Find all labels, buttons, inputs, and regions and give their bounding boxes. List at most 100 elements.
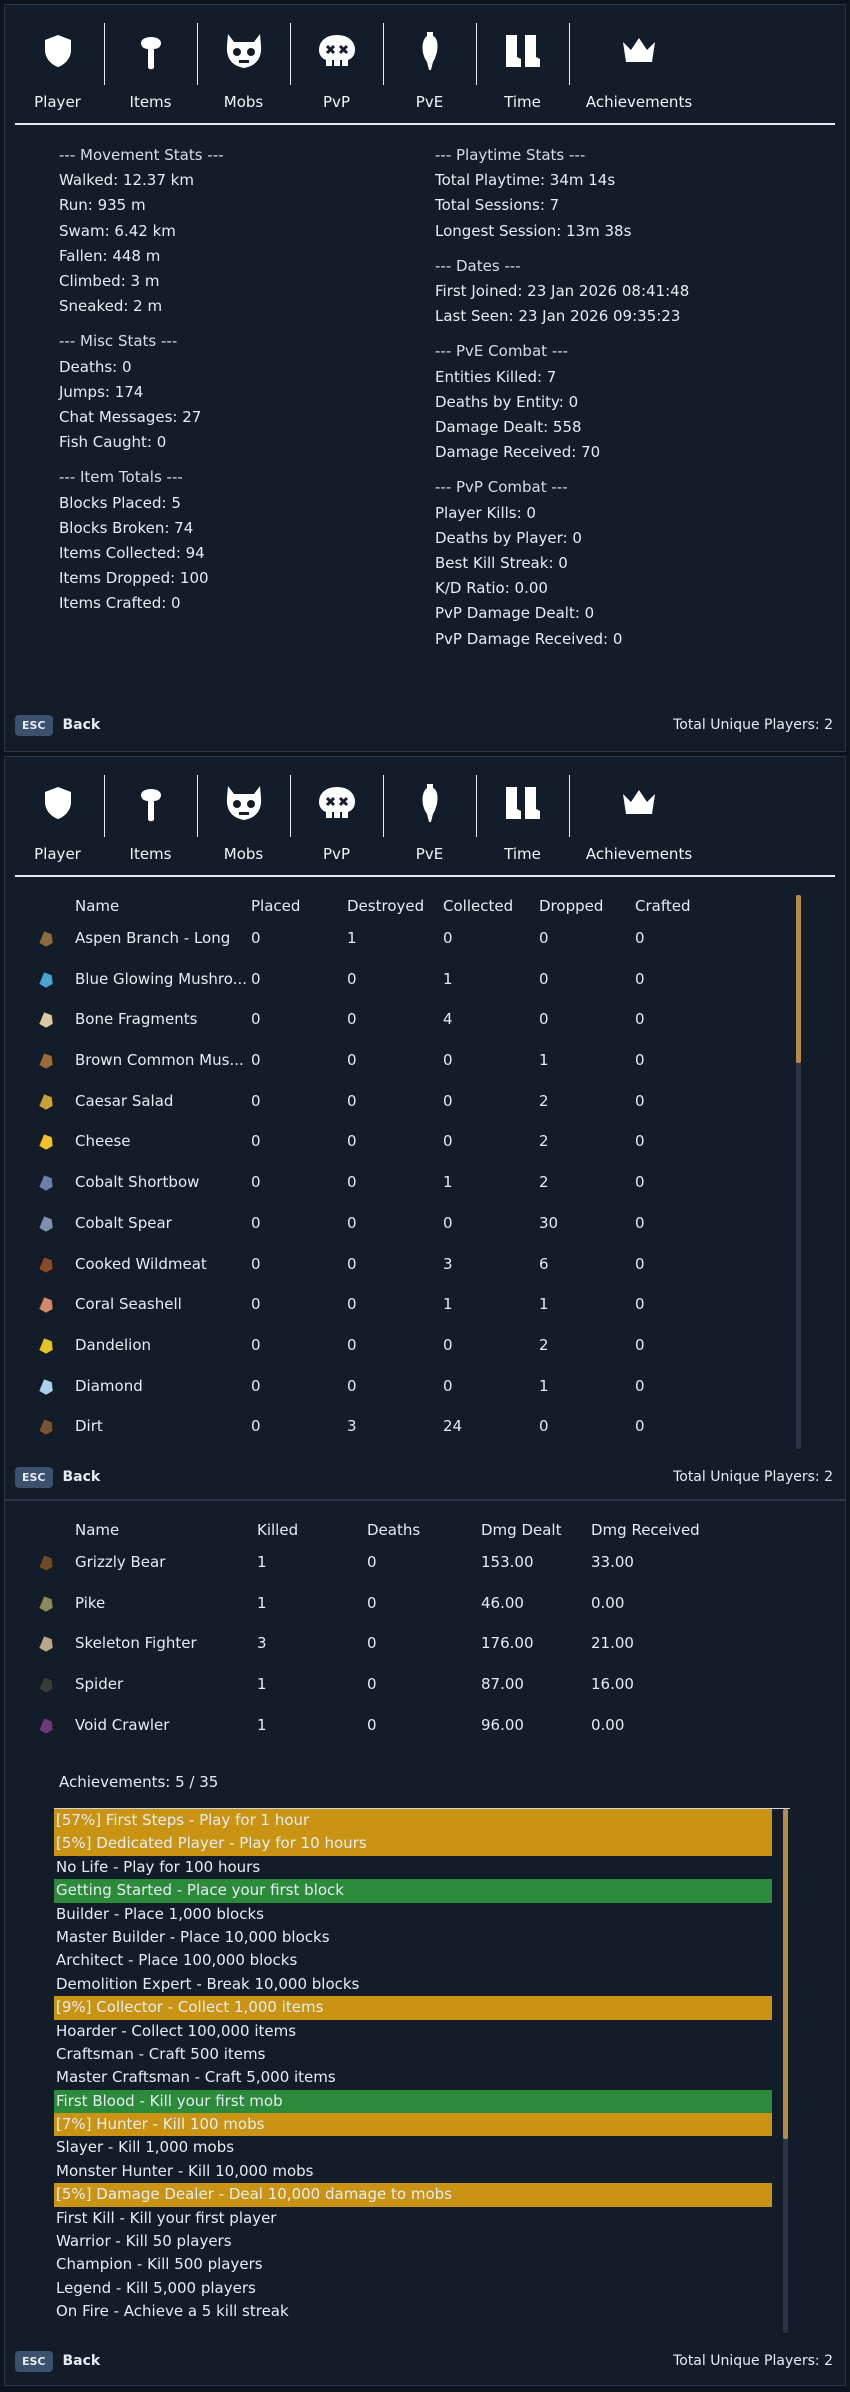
item-row[interactable]: Cooked Wildmeat 0 0 3 6 0	[25, 1255, 805, 1296]
item-value-cell: 0	[251, 1295, 261, 1314]
tab-player[interactable]: Player	[11, 13, 104, 117]
mob-row[interactable]: Pike 1 0 46.00 0.00	[25, 1594, 805, 1635]
achievement-item[interactable]: Monster Hunter - Kill 10,000 mobs	[54, 2160, 772, 2183]
item-header-destroyed[interactable]: Destroyed	[347, 897, 424, 915]
item-value-cell: 0	[347, 1091, 357, 1110]
achievement-item[interactable]: First Kill - Kill your first player	[54, 2207, 772, 2230]
item-row[interactable]: Diamond 0 0 0 1 0	[25, 1377, 805, 1418]
achievement-item[interactable]: Legend - Kill 5,000 players	[54, 2277, 772, 2300]
item-value-cell: 0	[347, 969, 357, 988]
achievement-item[interactable]: No Life - Play for 100 hours	[54, 1856, 772, 1879]
items-panel: Player Items Mobs PvP PvE Time Achievements Na…	[4, 756, 846, 1500]
achievement-item[interactable]: Slayer - Kill 1,000 mobs	[54, 2136, 772, 2159]
item-row[interactable]: Bone Fragments 0 0 4 0 0	[25, 1010, 805, 1051]
stats-section-header: --- Movement Stats ---	[59, 146, 224, 164]
esc-key-hint[interactable]: ESC	[15, 1466, 53, 1488]
boots-icon	[503, 783, 543, 823]
mob-value-cell: 3	[257, 1634, 267, 1653]
item-row[interactable]: Dandelion 0 0 0 2 0	[25, 1336, 805, 1377]
tab-label: Time	[504, 93, 541, 111]
achievement-item[interactable]: Craftsman - Craft 500 items	[54, 2043, 772, 2066]
esc-key-hint[interactable]: ESC	[15, 2350, 53, 2372]
item-row[interactable]: Blue Glowing Mushro... 0 0 1 0 0	[25, 970, 805, 1011]
item-header-dropped[interactable]: Dropped	[539, 897, 603, 915]
achievement-item[interactable]: Demolition Expert - Break 10,000 blocks	[54, 1973, 772, 1996]
tab-label: Mobs	[223, 845, 264, 863]
tab-pve[interactable]: PvE	[383, 13, 476, 117]
achievement-item[interactable]: [5%] Dedicated Player - Play for 10 hour…	[54, 1832, 772, 1856]
item-header-placed[interactable]: Placed	[251, 897, 300, 915]
mob-header-deaths[interactable]: Deaths	[367, 1521, 420, 1539]
mob-header-dmg-dealt[interactable]: Dmg Dealt	[481, 1521, 561, 1539]
tab-time[interactable]: Time	[476, 765, 569, 869]
mob-value-cell: 1	[257, 1715, 267, 1734]
stat-line: Walked: 12.37 km	[59, 171, 194, 190]
back-button[interactable]: Back	[63, 717, 101, 733]
item-row[interactable]: Dirt 0 3 24 0 0	[25, 1417, 805, 1458]
item-name-cell: Caesar Salad	[75, 1091, 174, 1110]
achievement-item[interactable]: [7%] Hunter - Kill 100 mobs	[54, 2113, 772, 2137]
achievement-item[interactable]: Architect - Place 100,000 blocks	[54, 1949, 772, 1972]
items-scrollbar[interactable]	[796, 895, 801, 1449]
achievement-item[interactable]: [5%] Damage Dealer - Deal 10,000 damage …	[54, 2183, 772, 2207]
achievement-item[interactable]: Champion - Kill 500 players	[54, 2253, 772, 2276]
achievement-item[interactable]: [57%] First Steps - Play for 1 hour	[54, 1809, 772, 1833]
achievement-item[interactable]: Warrior - Kill 50 players	[54, 2230, 772, 2253]
item-value-cell: 0	[635, 1213, 645, 1232]
achievement-item[interactable]: Master Craftsman - Craft 5,000 items	[54, 2066, 772, 2089]
tab-achievements[interactable]: Achievements	[569, 13, 709, 117]
achievement-item[interactable]: First Blood - Kill your first mob	[54, 2089, 772, 2114]
item-header-name[interactable]: Name	[75, 897, 119, 915]
item-row[interactable]: Cobalt Shortbow 0 0 1 2 0	[25, 1173, 805, 1214]
achievement-item[interactable]: On Fire - Achieve a 5 kill streak	[54, 2300, 772, 2323]
item-row[interactable]: Cheese 0 0 0 2 0	[25, 1132, 805, 1173]
mob-row[interactable]: Void Crawler 1 0 96.00 0.00	[25, 1716, 805, 1757]
achievement-item[interactable]: Builder - Place 1,000 blocks	[54, 1903, 772, 1926]
item-header-collected[interactable]: Collected	[443, 897, 513, 915]
item-value-cell: 0	[443, 1091, 453, 1110]
back-button[interactable]: Back	[63, 2353, 101, 2369]
stat-line: Fallen: 448 m	[59, 246, 161, 265]
items-scrollbar-thumb[interactable]	[796, 895, 801, 1063]
tab-items[interactable]: Items	[104, 765, 197, 869]
tab-pvp[interactable]: PvP	[290, 13, 383, 117]
tab-mobs[interactable]: Mobs	[197, 13, 290, 117]
item-row[interactable]: Cobalt Spear 0 0 0 30 0	[25, 1214, 805, 1255]
item-value-cell: 0	[347, 1010, 357, 1029]
achievement-item[interactable]: Master Builder - Place 10,000 blocks	[54, 1926, 772, 1949]
tab-pve[interactable]: PvE	[383, 765, 476, 869]
spider-icon	[35, 1673, 57, 1695]
back-button[interactable]: Back	[63, 1469, 101, 1485]
stat-line: Blocks Broken: 74	[59, 518, 194, 537]
tab-pvp[interactable]: PvP	[290, 765, 383, 869]
tab-achievements[interactable]: Achievements	[569, 765, 709, 869]
achievement-item[interactable]: Getting Started - Place your first block	[54, 1879, 772, 1903]
tab-time[interactable]: Time	[476, 13, 569, 117]
item-row[interactable]: Aspen Branch - Long 0 1 0 0 0	[25, 929, 805, 970]
mob-row[interactable]: Grizzly Bear 1 0 153.00 33.00	[25, 1553, 805, 1594]
item-value-cell: 0	[539, 1010, 549, 1029]
item-row[interactable]: Coral Seashell 0 0 1 1 0	[25, 1295, 805, 1336]
esc-key-hint[interactable]: ESC	[15, 714, 53, 736]
mob-header-name[interactable]: Name	[75, 1521, 119, 1539]
tab-items[interactable]: Items	[104, 13, 197, 117]
mob-row[interactable]: Skeleton Fighter 3 0 176.00 21.00	[25, 1634, 805, 1675]
achievement-item[interactable]: [9%] Collector - Collect 1,000 items	[54, 1996, 772, 2020]
tab-label: Achievements	[585, 93, 693, 111]
mob-header-dmg-received[interactable]: Dmg Received	[591, 1521, 700, 1539]
achievement-item[interactable]: Hoarder - Collect 100,000 items	[54, 2020, 772, 2043]
item-value-cell: 0	[539, 1417, 549, 1436]
item-header-crafted[interactable]: Crafted	[635, 897, 690, 915]
stat-line: PvP Damage Received: 0	[435, 629, 623, 648]
item-value-cell: 0	[635, 1295, 645, 1314]
mob-header-killed[interactable]: Killed	[257, 1521, 298, 1539]
tab-mobs[interactable]: Mobs	[197, 765, 290, 869]
mobs-table: Name Killed Deaths Dmg Dealt Dmg Received Gri…	[25, 1521, 805, 1756]
item-row[interactable]: Brown Common Mus... 0 0 0 1 0	[25, 1051, 805, 1092]
item-value-cell: 0	[251, 1091, 261, 1110]
mob-row[interactable]: Spider 1 0 87.00 16.00	[25, 1675, 805, 1716]
tab-player[interactable]: Player	[11, 765, 104, 869]
category-tabs: Player Items Mobs PvP PvE Time Achievements	[5, 5, 845, 125]
stats-section-header: --- Dates ---	[435, 256, 521, 275]
item-row[interactable]: Caesar Salad 0 0 0 2 0	[25, 1092, 805, 1133]
